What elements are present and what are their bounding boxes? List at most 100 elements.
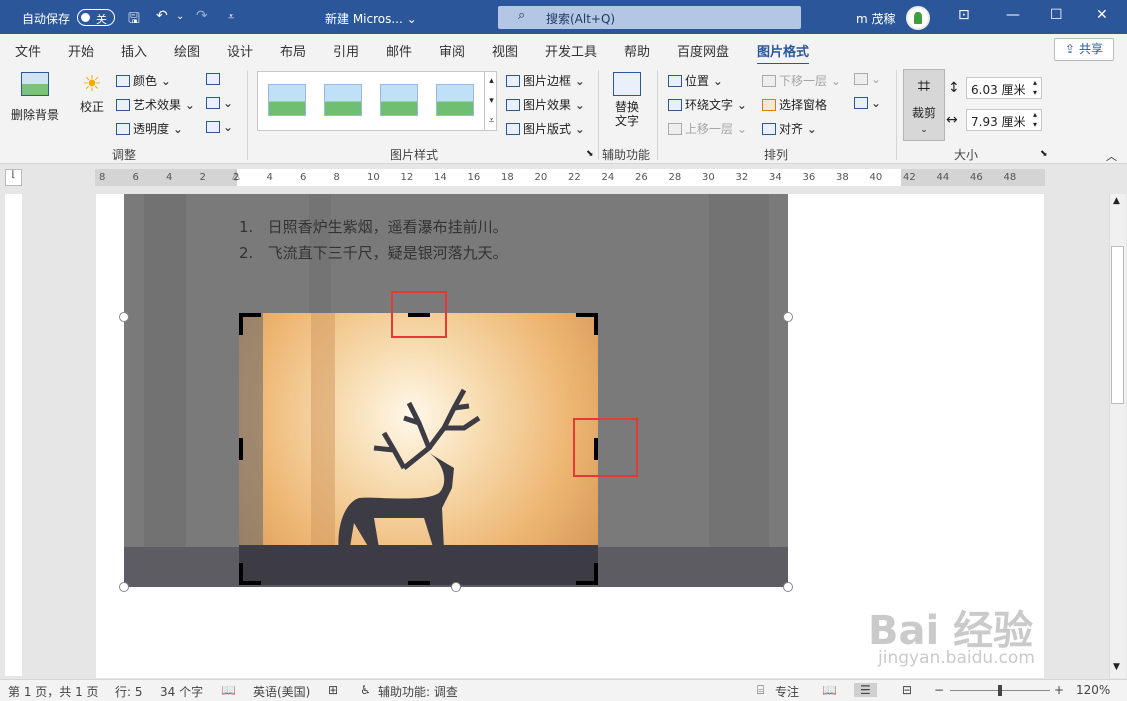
focus-mode[interactable]: 专注 [775,683,799,700]
autosave-toggle[interactable]: 关 [77,9,115,26]
close-icon[interactable]: ✕ [1096,7,1108,23]
resize-handle[interactable] [119,582,129,592]
print-layout-icon[interactable]: ☰ [854,683,877,697]
height-spinner[interactable]: ▴ ▾ [1033,78,1037,98]
crop-handle-bottom-left[interactable] [239,563,261,585]
resize-handle[interactable] [119,312,129,322]
picture-border-button[interactable]: 图片边框 ⌄ [506,72,585,89]
read-mode-icon[interactable]: 📖 [822,683,837,697]
alt-text-button[interactable]: 替换 文字 [610,72,644,128]
crop-button[interactable]: ⌗ 裁剪 ⌄ [903,69,945,141]
corrections-button[interactable]: ☀ 校正 [76,72,108,115]
web-layout-icon[interactable]: ⊟ [902,683,912,697]
resize-handle[interactable] [451,582,461,592]
reset-picture-button[interactable]: ⌄ [206,120,233,134]
resize-handle[interactable] [783,312,793,322]
dialog-launcher-icon[interactable]: ⬊ [586,149,594,159]
transparency-button[interactable]: 透明度 ⌄ [116,120,183,137]
save-icon[interactable]: 🖫 [128,8,140,32]
picture-styles-gallery[interactable] [257,71,497,131]
scroll-down-icon[interactable]: ▼ [1113,662,1120,672]
tab-file[interactable]: 文件 [15,41,41,60]
avatar[interactable] [906,6,930,30]
scrollbar-thumb[interactable] [1111,246,1124,404]
crop-handle-bottom[interactable] [408,581,430,585]
send-backward-button[interactable]: 下移一层 ⌄ [762,72,841,89]
proofing-icon[interactable]: 📖 [221,683,236,697]
picture-effects-button[interactable]: 图片效果 ⌄ [506,96,585,113]
tab-mailings[interactable]: 邮件 [386,41,412,60]
scroll-up-icon[interactable]: ▲ [1113,196,1120,206]
crop-handle-bottom-right[interactable] [576,563,598,585]
user-name[interactable]: m 茂稼 [856,10,896,27]
gallery-scroll[interactable]: ▴ ▾ ⩡ [484,71,498,131]
picture-cropped-area[interactable] [239,313,598,585]
width-field[interactable]: 7.93 厘米 ▴ ▾ [966,109,1042,131]
tab-picture-format[interactable]: 图片格式 [757,41,810,66]
tab-home[interactable]: 开始 [68,41,94,60]
zoom-level[interactable]: 120% [1076,683,1110,697]
undo-icon[interactable]: ↶ [156,8,168,24]
crop-handle-left[interactable] [239,438,243,460]
artistic-effects-button[interactable]: 艺术效果 ⌄ [116,96,195,113]
zoom-out-icon[interactable]: − [934,683,944,697]
change-picture-button[interactable]: ⌄ [206,96,233,110]
page-count[interactable]: 第 1 页，共 1 页 [8,683,99,700]
selection-pane-button[interactable]: 选择窗格 [762,96,827,113]
style-thumb[interactable] [324,84,362,116]
tab-draw[interactable]: 绘图 [174,41,200,60]
tab-layout[interactable]: 布局 [280,41,306,60]
line-number[interactable]: 行: 5 [115,683,143,700]
height-field[interactable]: 6.03 厘米 ▴ ▾ [966,77,1042,99]
zoom-slider-thumb[interactable] [998,685,1002,696]
style-thumb[interactable] [380,84,418,116]
search-box[interactable]: ⌕ 搜索(Alt+Q) [498,6,801,29]
picture-layout-button[interactable]: 图片版式 ⌄ [506,120,585,137]
language[interactable]: 英语(美国) [253,683,310,700]
zoom-in-icon[interactable]: + [1054,683,1064,697]
list-item[interactable]: 1. 日照香炉生紫烟，遥看瀑布挂前川。 [239,216,508,237]
word-count[interactable]: 34 个字 [160,683,203,700]
wrap-text-button[interactable]: 环绕文字 ⌄ [668,96,747,113]
horizontal-ruler[interactable]: 8 6 4 2 2 4 6 8 10 12 14 16 18 20 22 24 26 28 30 32 34 36 38 40… [95,169,1045,186]
size-dialog-launcher-icon[interactable]: ⬊ [1040,149,1048,159]
minimize-icon[interactable]: — [1006,7,1020,23]
ribbon-display-icon[interactable]: ⊡ [958,7,970,23]
tab-baidu-netdisk[interactable]: 百度网盘 [677,41,729,60]
remove-background-button[interactable]: 删除背景 [10,72,60,132]
maximize-icon[interactable]: ☐ [1050,7,1063,23]
accessibility-status[interactable]: 辅助功能: 调查 [378,683,458,700]
style-thumb[interactable] [436,84,474,116]
rotate-button[interactable]: ⌄ [854,96,881,110]
document-title[interactable]: 新建 Micros... ⌄ [325,10,417,27]
collapse-ribbon-icon[interactable]: ︿ [1106,148,1117,164]
tab-insert[interactable]: 插入 [121,41,147,60]
crop-handle-top-left[interactable] [239,313,261,335]
redo-icon[interactable]: ↷ [196,8,208,24]
style-thumb[interactable] [268,84,306,116]
undo-dropdown-icon[interactable]: ⌄ [176,11,184,22]
accessibility-icon: ♿ [360,683,371,697]
align-button[interactable]: 对齐 ⌄ [762,120,817,137]
bring-forward-button[interactable]: 上移一层 ⌄ [668,120,747,137]
crop-handle-top-right[interactable] [576,313,598,335]
color-button[interactable]: 颜色 ⌄ [116,72,171,89]
tab-design[interactable]: 设计 [227,41,253,60]
vertical-ruler[interactable] [5,194,22,676]
tab-developer[interactable]: 开发工具 [545,41,597,60]
macro-icon[interactable]: ⊞ [328,683,338,697]
tab-help[interactable]: 帮助 [624,41,650,60]
tab-references[interactable]: 引用 [333,41,359,60]
group-button[interactable]: ⌄ [854,72,881,86]
position-button[interactable]: 位置 ⌄ [668,72,723,89]
share-button[interactable]: ⇪ 共享 [1054,38,1114,61]
resize-handle[interactable] [783,582,793,592]
compress-pictures-button[interactable] [206,72,223,86]
customize-qat-icon[interactable]: ⩡ [228,10,234,24]
width-spinner[interactable]: ▴ ▾ [1033,110,1037,130]
list-item[interactable]: 2. 飞流直下三千尺，疑是银河落九天。 [239,242,508,263]
tab-view[interactable]: 视图 [492,41,518,60]
tab-review[interactable]: 审阅 [439,41,465,60]
tab-selector[interactable]: ⌊ [5,169,22,186]
indent-marker-icon[interactable]: ⏃ [231,169,241,183]
